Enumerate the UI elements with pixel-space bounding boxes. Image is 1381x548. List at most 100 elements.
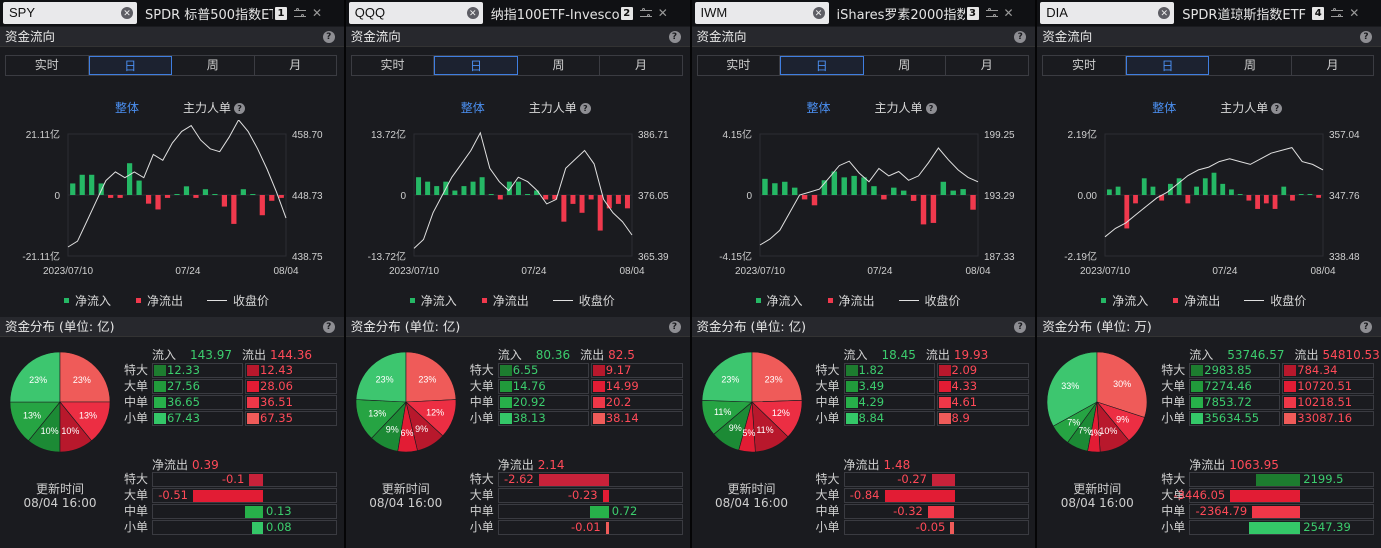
row-label: 小单 (1161, 411, 1186, 425)
tab-overall[interactable]: 整体 (461, 99, 485, 116)
tab-main-retail[interactable]: 主力人单? (1220, 99, 1283, 116)
help-icon[interactable]: ? (925, 103, 937, 114)
tab-main-retail[interactable]: 主力人单? (183, 99, 246, 116)
tab-overall[interactable]: 整体 (807, 99, 831, 116)
help-icon[interactable]: ? (322, 31, 335, 43)
tab-week[interactable]: 周 (864, 56, 946, 75)
clear-icon[interactable]: ✕ (121, 7, 133, 19)
update-time-value: 08/04 16:00 (715, 496, 788, 510)
help-icon[interactable]: ? (1014, 321, 1027, 333)
help-icon[interactable]: ? (322, 321, 335, 333)
tab-month[interactable]: 月 (255, 56, 337, 75)
clear-icon[interactable]: ✕ (812, 7, 825, 19)
settings-sliders-icon[interactable] (639, 7, 653, 20)
inflow-total: 80.36 (535, 348, 571, 362)
tab-main-retail[interactable]: 主力人单? (875, 99, 937, 116)
outflow-bar (247, 397, 259, 408)
clear-icon[interactable]: ✕ (1158, 7, 1171, 19)
pie-slice-label: 13% (368, 409, 386, 419)
close-icon[interactable]: ✕ (658, 6, 668, 20)
tab-realtime[interactable]: 实时 (352, 56, 435, 75)
outflow-bar (938, 381, 951, 392)
tab-day[interactable]: 日 (434, 56, 518, 75)
inflow-value: 1.82 (858, 363, 885, 377)
tab-overall[interactable]: 整体 (1152, 99, 1176, 116)
period-tabs: 实时日周月 (350, 55, 683, 76)
flow-row: 中单 4.29 4.61 (816, 395, 1031, 410)
tab-week[interactable]: 周 (518, 56, 601, 75)
close-icon[interactable]: ✕ (1004, 6, 1014, 20)
ticker-text: IWM (700, 5, 728, 20)
inflow-bar (1220, 183, 1226, 195)
y-left-label-top: 2.19亿 (1068, 128, 1097, 141)
help-icon[interactable]: ? (1014, 31, 1027, 43)
help-icon[interactable]: ? (668, 321, 681, 333)
tab-day[interactable]: 日 (780, 56, 864, 75)
net-cell: 2547.39 (1189, 520, 1375, 535)
tab-week[interactable]: 周 (172, 56, 255, 75)
net-outflow-label: 净流出 (497, 458, 534, 472)
legend-outflow-label: 净流出 (1184, 294, 1221, 308)
section-title: 资金分布 (696, 319, 747, 334)
net-outflow-bar (602, 490, 609, 502)
tab-week[interactable]: 周 (1209, 56, 1292, 75)
tab-day[interactable]: 日 (1125, 56, 1210, 75)
net-outflow-bar (1252, 506, 1301, 518)
inflow-value: 6.55 (512, 363, 539, 377)
inflow-total: 143.97 (190, 348, 233, 362)
outflow-value: 33087.16 (1297, 411, 1353, 425)
help-icon[interactable]: ? (1271, 103, 1283, 114)
help-icon[interactable]: ? (1360, 321, 1372, 333)
y-right-label-top: 386.71 (638, 130, 669, 141)
inflow-bar (845, 381, 858, 392)
y-left-label-mid: 0 (746, 191, 752, 202)
y-left-label-bot: -2.19亿 (1064, 250, 1097, 263)
x-axis-label: 07/24 (175, 266, 200, 277)
y-right-label-mid: 193.29 (984, 191, 1015, 202)
help-icon[interactable]: ? (668, 31, 681, 43)
y-right-label-mid: 347.76 (1329, 191, 1360, 202)
inflow-bar (1150, 186, 1156, 195)
tab-month[interactable]: 月 (1292, 56, 1374, 75)
clear-icon[interactable]: ✕ (466, 7, 479, 19)
pie-slice-label: 12% (426, 408, 444, 418)
ticker-input[interactable]: QQQ ✕ (348, 2, 483, 24)
ticker-text: DIA (1046, 5, 1068, 20)
outflow-value: 14.99 (605, 379, 639, 393)
outflow-bar (1246, 195, 1252, 201)
tab-realtime[interactable]: 实时 (698, 56, 780, 75)
legend-close-label: 收盘价 (233, 294, 270, 308)
help-icon[interactable]: ? (234, 103, 246, 114)
inflow-value: 12.33 (167, 363, 200, 377)
flow-row: 中单 7853.72 10218.51 (1161, 395, 1376, 410)
y-right-label-bot: 365.39 (638, 252, 669, 263)
ticker-input[interactable]: SPY ✕ (3, 2, 137, 24)
settings-sliders-icon[interactable] (985, 7, 999, 20)
tab-main-retail[interactable]: 主力人单? (529, 99, 591, 116)
outflow-bar (969, 195, 976, 210)
net-row: 小单 0.08 (124, 520, 339, 535)
inflow-bar (202, 189, 209, 195)
close-icon[interactable]: ✕ (312, 6, 322, 20)
net-row: 特大 -0.27 (816, 472, 1031, 487)
tab-overall[interactable]: 整体 (115, 99, 139, 116)
row-label: 特大 (469, 472, 494, 486)
settings-sliders-icon[interactable] (1330, 7, 1344, 20)
settings-sliders-icon[interactable] (293, 7, 307, 20)
tab-realtime[interactable]: 实时 (6, 56, 89, 75)
net-row: 特大 -0.1 (124, 472, 339, 487)
ticker-input[interactable]: DIA ✕ (1040, 2, 1175, 24)
pie-slice-label: 9% (728, 423, 741, 433)
ticker-input[interactable]: IWM ✕ (694, 2, 829, 24)
help-icon[interactable]: ? (579, 103, 591, 114)
tab-realtime[interactable]: 实时 (1043, 56, 1126, 75)
net-cell: -0.51 (152, 488, 337, 503)
section-unit: (单位: 亿) (404, 319, 461, 334)
close-icon[interactable]: ✕ (1349, 6, 1359, 20)
legend-inflow: 净流入 (1101, 292, 1148, 309)
help-icon[interactable]: ? (1360, 31, 1372, 43)
row-label: 小单 (815, 411, 840, 425)
tab-month[interactable]: 月 (600, 56, 682, 75)
tab-month[interactable]: 月 (946, 56, 1028, 75)
tab-day[interactable]: 日 (88, 56, 172, 75)
